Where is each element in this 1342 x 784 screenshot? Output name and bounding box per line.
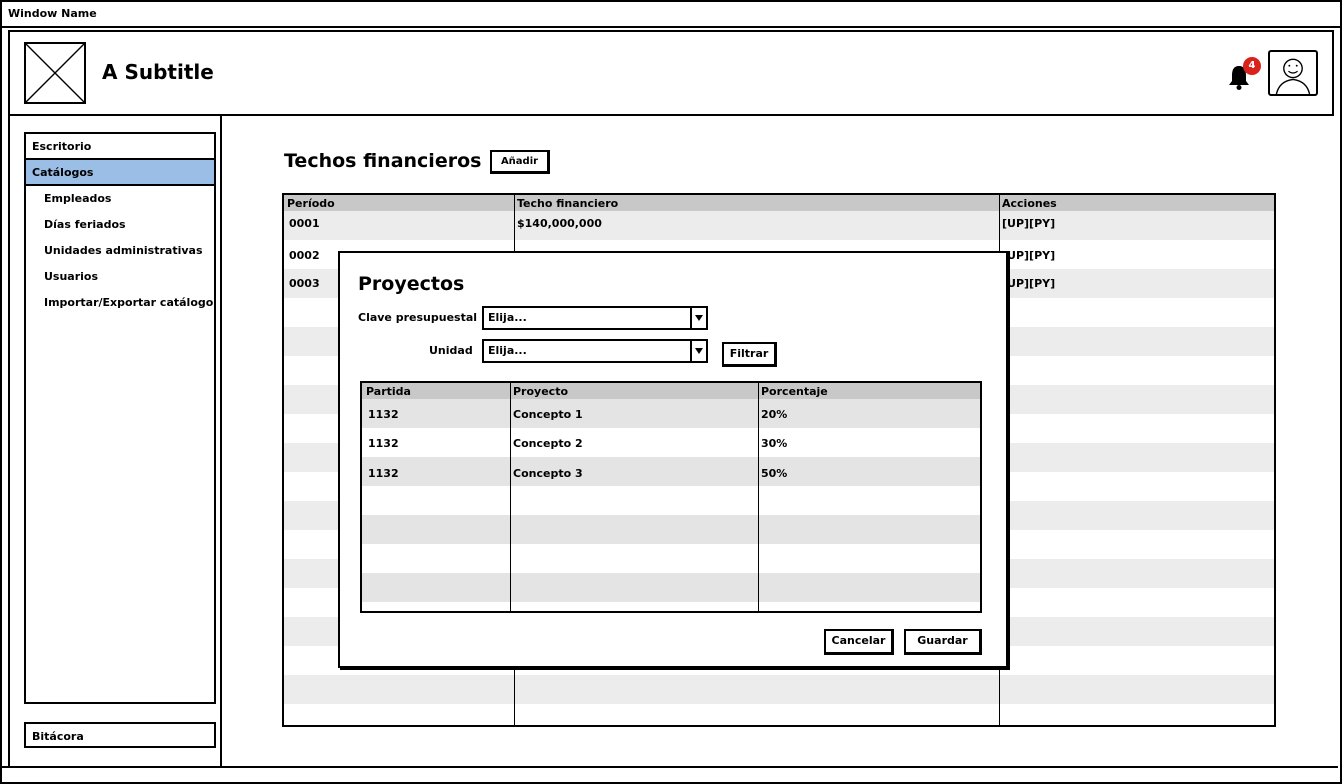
- sidebar-item-bitacora[interactable]: Bitácora: [24, 722, 216, 748]
- table-cell-porcentaje: 50%: [761, 467, 788, 480]
- table-cell-acciones[interactable]: [UP][PY]: [1002, 277, 1055, 290]
- unidad-value: Elija...: [488, 344, 527, 357]
- table-cell-porcentaje: 20%: [761, 408, 788, 421]
- table-cell-acciones[interactable]: [UP][PY]: [1002, 249, 1055, 262]
- cancel-button[interactable]: Cancelar: [824, 629, 894, 655]
- sidebar-menu: Escritorio Catálogos Empleados Días feri…: [24, 132, 216, 704]
- column-header-periodo[interactable]: Período: [287, 197, 335, 210]
- unidad-label: Unidad: [429, 344, 473, 357]
- table-cell-partida: 1132: [368, 437, 399, 450]
- column-header-porcentaje[interactable]: Porcentaje: [761, 385, 828, 398]
- app-subtitle: A Subtitle: [102, 60, 214, 84]
- column-header-techo[interactable]: Techo financiero: [517, 197, 618, 210]
- chevron-down-icon[interactable]: [690, 308, 706, 328]
- table-cell-periodo: 0003: [289, 277, 320, 290]
- dialog-title: Proyectos: [358, 273, 465, 295]
- table-cell-techo: $140,000,000: [517, 217, 602, 230]
- sidebar-item-escritorio[interactable]: Escritorio: [26, 134, 214, 160]
- clave-presupuestal-value: Elija...: [488, 311, 527, 324]
- table-cell-periodo: 0001: [289, 217, 320, 230]
- chevron-down-icon[interactable]: [690, 341, 706, 361]
- proyectos-table: Partida Proyecto Porcentaje 1132 Concept…: [360, 381, 982, 613]
- table-cell-porcentaje: 30%: [761, 437, 788, 450]
- add-button[interactable]: Añadir: [490, 150, 550, 174]
- table-header-row: [362, 383, 980, 399]
- table-cell-periodo: 0002: [289, 249, 320, 262]
- sidebar-item-empleados[interactable]: Empleados: [26, 186, 214, 212]
- notification-badge[interactable]: 4: [1243, 57, 1261, 75]
- sidebar-item-importar-exportar[interactable]: Importar/Exportar catálogos: [26, 290, 214, 316]
- sidebar-item-dias-feriados[interactable]: Días feriados: [26, 212, 214, 238]
- window-title: Window Name: [2, 2, 1340, 28]
- unidad-select[interactable]: Elija...: [482, 339, 708, 363]
- column-header-acciones[interactable]: Acciones: [1002, 197, 1057, 210]
- table-cell-proyecto: Concepto 3: [513, 467, 583, 480]
- footer-divider: [0, 766, 1338, 768]
- image-placeholder-icon: [24, 42, 86, 104]
- table-cell-acciones[interactable]: [UP][PY]: [1002, 217, 1055, 230]
- column-header-proyecto[interactable]: Proyecto: [513, 385, 568, 398]
- clave-presupuestal-select[interactable]: Elija...: [482, 306, 708, 330]
- save-button[interactable]: Guardar: [904, 629, 982, 655]
- table-cell-partida: 1132: [368, 408, 399, 421]
- page-title: Techos financieros: [284, 150, 482, 172]
- sidebar-item-usuarios[interactable]: Usuarios: [26, 264, 214, 290]
- proyectos-dialog: Proyectos Clave presupuestal Elija... Un…: [338, 251, 1008, 668]
- table-cell-partida: 1132: [368, 467, 399, 480]
- sidebar: Escritorio Catálogos Empleados Días feri…: [8, 116, 222, 768]
- filter-button[interactable]: Filtrar: [722, 342, 777, 367]
- table-header-row: [284, 195, 1274, 211]
- sidebar-item-unidades-administrativas[interactable]: Unidades administrativas: [26, 238, 214, 264]
- sidebar-item-catalogos[interactable]: Catálogos: [26, 160, 214, 186]
- app-header: A Subtitle 4: [8, 30, 1334, 116]
- column-header-partida[interactable]: Partida: [366, 385, 411, 398]
- clave-presupuestal-label: Clave presupuestal: [358, 311, 478, 324]
- user-avatar-icon[interactable]: [1268, 50, 1318, 96]
- table-cell-proyecto: Concepto 2: [513, 437, 583, 450]
- table-cell-proyecto: Concepto 1: [513, 408, 583, 421]
